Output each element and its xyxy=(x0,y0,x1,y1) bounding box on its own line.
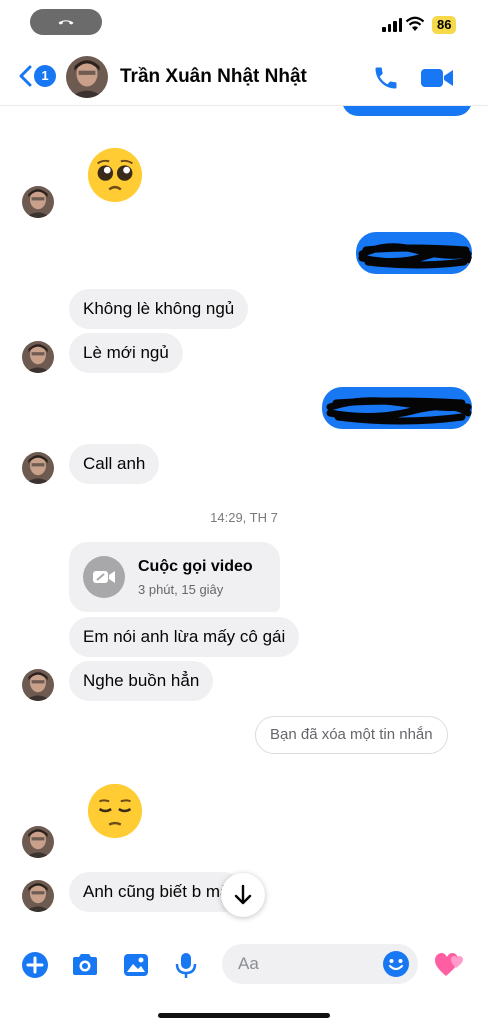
avatar[interactable] xyxy=(22,341,54,373)
received-message-bubble[interactable]: Em nói anh lừa mấy cô gái xyxy=(69,617,300,657)
phone-end-icon xyxy=(58,20,74,25)
deleted-message-notice: Bạn đã xóa một tin nhắn xyxy=(255,716,448,754)
call-title: Cuộc gọi video xyxy=(138,558,253,575)
smiley-icon[interactable] xyxy=(382,950,410,978)
sent-message-bubble[interactable] xyxy=(356,232,472,274)
contact-avatar[interactable] xyxy=(66,56,108,98)
received-message-bubble[interactable]: Call anh xyxy=(69,444,160,484)
video-call-missed-icon xyxy=(83,556,125,598)
heart-icon[interactable] xyxy=(434,950,466,980)
back-chevron-icon xyxy=(19,65,32,87)
wifi-icon xyxy=(405,16,425,31)
avatar[interactable] xyxy=(22,186,54,218)
pleading-face-emoji xyxy=(87,147,143,203)
ongoing-call-pill[interactable] xyxy=(30,9,102,35)
camera-icon[interactable] xyxy=(70,950,100,980)
pensive-face-emoji xyxy=(87,783,143,839)
avatar[interactable] xyxy=(22,669,54,701)
home-indicator xyxy=(158,1013,330,1018)
message-input-placeholder: Aa xyxy=(238,954,259,973)
avatar[interactable] xyxy=(22,880,54,912)
received-message-bubble[interactable]: Nghe buồn hẳn xyxy=(69,661,214,701)
image-icon[interactable] xyxy=(121,950,151,980)
received-message-bubble[interactable]: Anh cũng biết b mà xyxy=(69,872,244,912)
back-button[interactable]: 1 xyxy=(18,65,56,87)
received-message-bubble[interactable]: Không lè không ngủ xyxy=(69,289,249,329)
message-composer: Aa xyxy=(0,936,488,996)
status-bar: 86 xyxy=(0,0,488,50)
received-message-bubble[interactable]: Lè mới ngủ xyxy=(69,333,183,373)
avatar[interactable] xyxy=(22,826,54,858)
microphone-icon[interactable] xyxy=(171,950,201,980)
call-duration: 3 phút, 15 giây xyxy=(138,582,224,597)
scroll-to-bottom-button[interactable] xyxy=(221,873,265,917)
contact-name[interactable]: Trần Xuân Nhật Nhật xyxy=(120,66,307,88)
conversation-header: 1 Trần Xuân Nhật Nhật xyxy=(0,50,488,106)
arrow-down-icon xyxy=(234,884,252,905)
sent-message-bubble[interactable] xyxy=(322,387,472,429)
phone-icon[interactable] xyxy=(372,64,400,92)
message-input[interactable]: Aa xyxy=(222,944,418,984)
redaction-scribble xyxy=(358,243,472,269)
timestamp: 14:29, TH 7 xyxy=(210,510,278,525)
video-call-card[interactable]: Cuộc gọi video 3 phút, 15 giây xyxy=(69,542,280,612)
unread-count-badge: 1 xyxy=(34,65,56,87)
avatar[interactable] xyxy=(22,452,54,484)
redaction-scribble xyxy=(326,397,472,425)
battery-level: 86 xyxy=(432,16,457,34)
signal-icon xyxy=(382,18,402,32)
plus-icon[interactable] xyxy=(20,950,50,980)
video-camera-icon[interactable] xyxy=(420,66,454,90)
